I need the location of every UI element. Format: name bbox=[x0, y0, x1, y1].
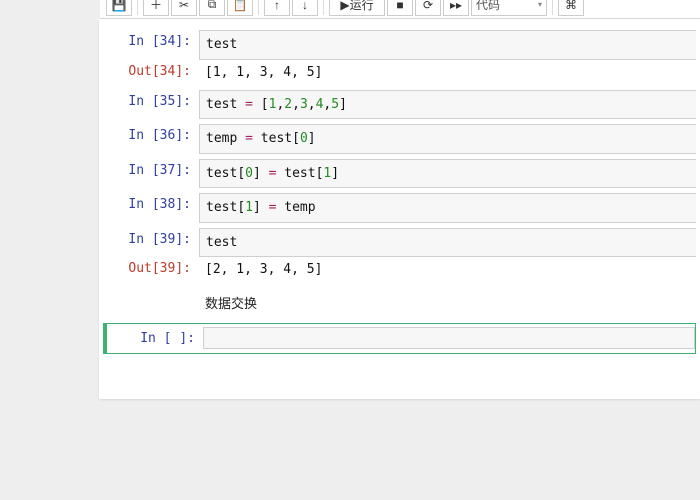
cell-34[interactable]: In [34]: test Out[34]: [1, 1, 3, 4, 5] bbox=[103, 30, 696, 85]
code-input[interactable]: test[0] = test[1] bbox=[199, 159, 696, 189]
restart-icon[interactable]: ⟳ bbox=[415, 0, 441, 16]
cell-output: [2, 1, 3, 4, 5] bbox=[199, 257, 696, 282]
cell-39[interactable]: In [39]: test Out[39]: [2, 1, 3, 4, 5] bbox=[103, 228, 696, 283]
empty-prompt bbox=[103, 287, 199, 295]
run-button[interactable]: ▶ 运行 bbox=[329, 0, 385, 16]
cell-35[interactable]: In [35]: test = [1,2,3,4,5] bbox=[103, 90, 696, 120]
separator bbox=[258, 0, 259, 15]
in-prompt: In [36]: bbox=[103, 124, 199, 147]
toolbar: 💾 ＋ ✂ ⧉ 📋 ↑ ↓ ▶ 运行 ■ ⟳ ▸▸ 代码 ▾ ⌘ bbox=[100, 0, 700, 19]
cell-36[interactable]: In [36]: temp = test[0] bbox=[103, 124, 696, 154]
code-input[interactable]: test[1] = temp bbox=[199, 193, 696, 223]
code-input[interactable]: test bbox=[199, 30, 696, 60]
chevron-down-icon: ▾ bbox=[538, 0, 542, 9]
move-up-icon[interactable]: ↑ bbox=[264, 0, 290, 16]
markdown-cell[interactable]: 数据交换 bbox=[103, 287, 696, 318]
cut-icon[interactable]: ✂ bbox=[171, 0, 197, 16]
in-prompt: In [35]: bbox=[103, 90, 199, 113]
cell-empty-active[interactable]: In [ ]: bbox=[103, 323, 696, 354]
separator bbox=[137, 0, 138, 15]
separator bbox=[323, 0, 324, 15]
save-icon[interactable]: 💾 bbox=[106, 0, 132, 16]
copy-icon[interactable]: ⧉ bbox=[199, 0, 225, 16]
celltype-label: 代码 bbox=[476, 0, 500, 13]
code-input[interactable]: temp = test[0] bbox=[199, 124, 696, 154]
fast-forward-icon[interactable]: ▸▸ bbox=[443, 0, 469, 16]
in-prompt: In [37]: bbox=[103, 159, 199, 182]
command-palette-icon[interactable]: ⌘ bbox=[558, 0, 584, 16]
move-down-icon[interactable]: ↓ bbox=[292, 0, 318, 16]
in-prompt: In [ ]: bbox=[107, 327, 203, 350]
code-input[interactable]: test bbox=[199, 228, 696, 258]
celltype-select[interactable]: 代码 ▾ bbox=[471, 0, 547, 16]
separator bbox=[552, 0, 553, 15]
paste-icon[interactable]: 📋 bbox=[227, 0, 253, 16]
out-prompt: Out[39]: bbox=[103, 257, 199, 280]
add-cell-icon[interactable]: ＋ bbox=[143, 0, 169, 16]
code-input[interactable]: test = [1,2,3,4,5] bbox=[199, 90, 696, 120]
in-prompt: In [39]: bbox=[103, 228, 199, 251]
in-prompt: In [38]: bbox=[103, 193, 199, 216]
cell-38[interactable]: In [38]: test[1] = temp bbox=[103, 193, 696, 223]
out-prompt: Out[34]: bbox=[103, 60, 199, 83]
stop-icon[interactable]: ■ bbox=[387, 0, 413, 16]
notebook: In [34]: test Out[34]: [1, 1, 3, 4, 5] I… bbox=[99, 19, 700, 399]
code-input[interactable] bbox=[203, 327, 695, 349]
cell-37[interactable]: In [37]: test[0] = test[1] bbox=[103, 159, 696, 189]
in-prompt: In [34]: bbox=[103, 30, 199, 53]
markdown-text: 数据交换 bbox=[199, 287, 696, 318]
cell-output: [1, 1, 3, 4, 5] bbox=[199, 60, 696, 85]
